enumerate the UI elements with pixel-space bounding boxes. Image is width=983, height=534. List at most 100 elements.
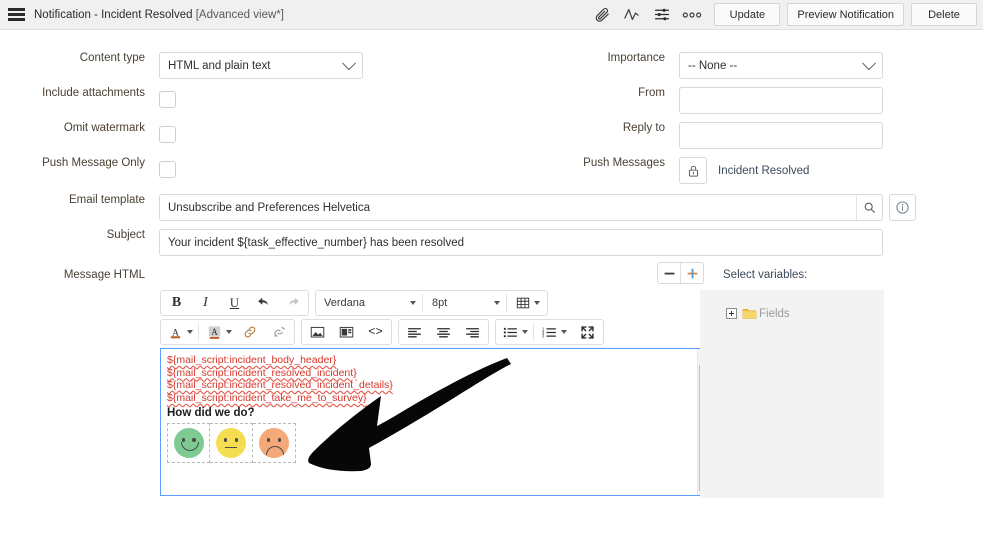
- table-button[interactable]: [509, 291, 546, 315]
- reply-to-input[interactable]: [679, 122, 883, 149]
- importance-label: Importance: [607, 52, 665, 64]
- chevron-down-icon: [534, 301, 540, 305]
- from-label: From: [638, 87, 665, 99]
- from-label-wrap: From: [520, 87, 665, 99]
- content-type-select[interactable]: HTML and plain text: [159, 52, 363, 79]
- toolbar-divider: [422, 294, 423, 312]
- survey-face-row: [167, 423, 705, 464]
- font-group: Verdana 8pt: [315, 290, 548, 316]
- eye: [224, 438, 228, 442]
- font-family-select[interactable]: Verdana: [317, 291, 420, 315]
- face-placeholder[interactable]: [167, 423, 210, 464]
- push-message-only-checkbox[interactable]: [159, 161, 176, 178]
- editor-toolbar-row-1: B I U Verdana 8pt: [160, 290, 712, 316]
- font-size-select[interactable]: 8pt: [425, 291, 504, 315]
- highlight-color-button[interactable]: A: [201, 320, 235, 344]
- table-icon: [516, 297, 530, 309]
- face-placeholder[interactable]: [210, 423, 253, 464]
- info-icon[interactable]: [889, 194, 916, 221]
- omit-watermark-checkbox[interactable]: [159, 126, 176, 143]
- align-right-icon[interactable]: [458, 320, 487, 344]
- text-format-group: B I U: [160, 290, 309, 316]
- fullscreen-icon[interactable]: [573, 320, 602, 344]
- text-color-button[interactable]: A: [162, 320, 196, 344]
- underline-button[interactable]: U: [220, 291, 249, 315]
- subject-label: Subject: [106, 229, 145, 241]
- importance-select[interactable]: -- None --: [679, 52, 883, 79]
- link-icon[interactable]: [235, 320, 264, 344]
- happy-face-icon: [173, 428, 204, 459]
- push-message-only-label: Push Message Only: [42, 157, 145, 169]
- media-icon[interactable]: [332, 320, 361, 344]
- tree-node-fields[interactable]: Fields: [726, 307, 884, 320]
- svg-text:3: 3: [542, 333, 545, 338]
- search-icon[interactable]: [856, 194, 883, 221]
- highlight-color-icon: A: [208, 325, 221, 339]
- editor-zoom-controls: [657, 262, 704, 284]
- message-html-editor: B I U Verdana 8pt A A <> 1 2 3 ${mail_sc…: [160, 290, 712, 498]
- include-attachments-label: Include attachments: [42, 87, 145, 99]
- page-title: Notification - Incident Resolved [Advanc…: [34, 9, 284, 21]
- editor-content-inner: ${mail_script:incident_body_header} ${ma…: [161, 349, 711, 464]
- zoom-in-button[interactable]: [680, 263, 703, 283]
- email-template-label: Email template: [68, 194, 145, 206]
- email-template-label-wrap: Email template: [0, 194, 145, 206]
- bullet-list-icon: [503, 327, 517, 337]
- preview-notification-button[interactable]: Preview Notification: [787, 3, 904, 26]
- image-icon[interactable]: [303, 320, 332, 344]
- push-message-only-label-wrap: Push Message Only: [0, 157, 145, 169]
- delete-button[interactable]: Delete: [911, 3, 977, 26]
- source-code-button[interactable]: <>: [361, 320, 390, 344]
- update-button[interactable]: Update: [714, 3, 781, 26]
- chevron-down-icon: [522, 330, 528, 334]
- eye: [181, 438, 185, 442]
- mouth-smile: [180, 442, 199, 452]
- chevron-down-icon: [226, 330, 232, 334]
- chevron-down-icon: [187, 330, 193, 334]
- redo-icon[interactable]: [278, 291, 307, 315]
- toolbar-divider: [198, 323, 199, 341]
- content-type-value: HTML and plain text: [168, 59, 271, 72]
- undo-icon[interactable]: [249, 291, 278, 315]
- eye: [277, 438, 281, 442]
- numbered-list-button[interactable]: 123: [536, 320, 570, 344]
- include-attachments-label-wrap: Include attachments: [0, 87, 145, 99]
- eye: [192, 438, 196, 442]
- activity-stream-icon[interactable]: [617, 2, 647, 28]
- editor-content-area[interactable]: ${mail_script:incident_body_header} ${ma…: [160, 348, 712, 496]
- omit-watermark-label: Omit watermark: [63, 122, 145, 134]
- italic-button[interactable]: I: [191, 291, 220, 315]
- folder-icon: [742, 307, 757, 320]
- include-attachments-checkbox[interactable]: [159, 91, 176, 108]
- align-center-icon[interactable]: [429, 320, 458, 344]
- mouth-flat: [225, 447, 237, 449]
- hamburger-icon[interactable]: [8, 8, 25, 21]
- more-options-icon[interactable]: [677, 2, 707, 28]
- mail-script-line: ${mail_script:incident_body_header}: [167, 354, 337, 366]
- filter-settings-icon[interactable]: [647, 2, 677, 28]
- subject-label-wrap: Subject: [0, 229, 145, 241]
- font-size-value: 8pt: [432, 297, 448, 309]
- message-html-label: Message HTML: [63, 269, 145, 281]
- svg-text:A: A: [211, 326, 218, 336]
- bold-button[interactable]: B: [162, 291, 191, 315]
- lock-icon[interactable]: [679, 157, 707, 184]
- chevron-down-icon: [494, 301, 500, 305]
- content-type-label-wrap: Content type: [0, 52, 145, 64]
- expand-icon[interactable]: [726, 308, 737, 319]
- color-link-group: A A: [160, 319, 295, 345]
- text-color-icon: A: [170, 328, 181, 338]
- attachment-icon[interactable]: [587, 2, 617, 28]
- zoom-out-button[interactable]: [658, 263, 680, 283]
- chevron-down-icon: [410, 301, 416, 305]
- view-mode-label: [Advanced view*]: [195, 8, 284, 21]
- omit-watermark-label-wrap: Omit watermark: [0, 122, 145, 134]
- face-placeholder[interactable]: [253, 423, 296, 464]
- from-input[interactable]: [679, 87, 883, 114]
- subject-input[interactable]: Your incident ${task_effective_number} h…: [159, 229, 883, 256]
- unlink-icon[interactable]: [264, 320, 293, 344]
- align-left-icon[interactable]: [400, 320, 429, 344]
- reply-to-label-wrap: Reply to: [520, 122, 665, 134]
- bullet-list-button[interactable]: [497, 320, 531, 344]
- email-template-input[interactable]: Unsubscribe and Preferences Helvetica: [159, 194, 856, 221]
